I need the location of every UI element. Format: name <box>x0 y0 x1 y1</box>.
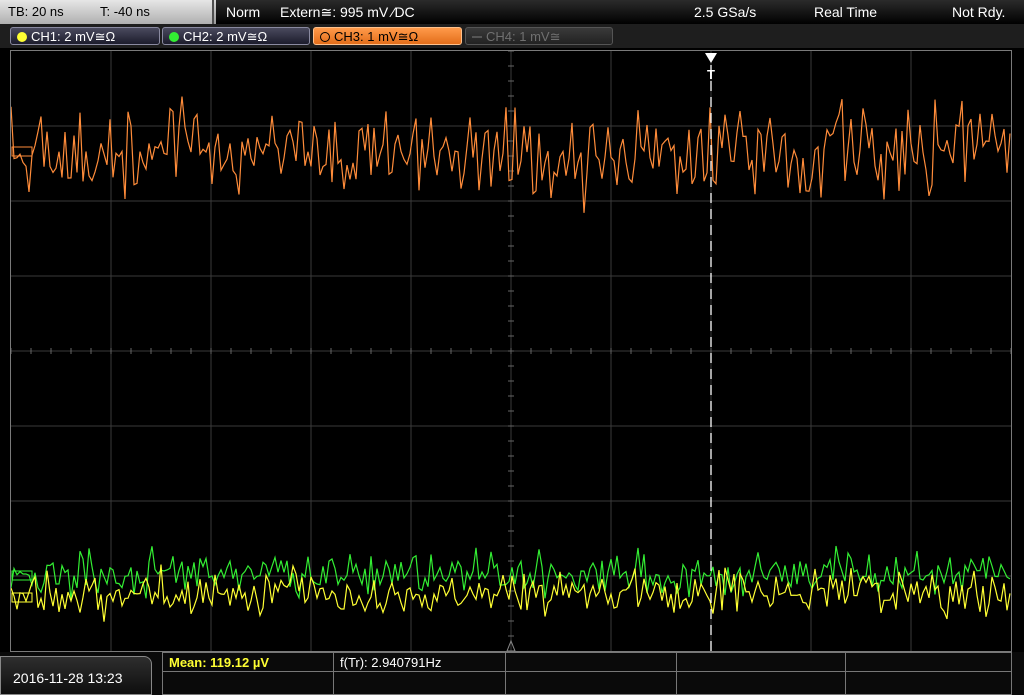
measurement-cell-empty-8[interactable] <box>845 671 1012 695</box>
channel-2-button[interactable]: CH2: 2 mV≅Ω <box>162 27 310 45</box>
channel-3-button[interactable]: CH3: 1 mV≅Ω <box>313 27 462 45</box>
measurement-cell-empty-1[interactable] <box>505 652 677 672</box>
channel-2-label: CH2: 2 mV≅Ω <box>183 29 268 44</box>
measurement-cell-empty-2[interactable] <box>676 652 846 672</box>
channel-1-label: CH1: 2 mV≅Ω <box>31 29 116 44</box>
measurement-cell-empty-5[interactable] <box>333 671 506 695</box>
trigger-mode: Norm <box>226 4 261 20</box>
channel-1-button[interactable]: CH1: 2 mV≅Ω <box>10 27 160 45</box>
measurement-cell-empty-7[interactable] <box>676 671 846 695</box>
mean-measurement: Mean: 119.12 µV <box>169 655 269 670</box>
acquisition-status-bar[interactable]: Norm Extern≅: 995 mV ⁄DC 2.5 GSa/s Real … <box>216 0 1024 24</box>
measurement-cell-mean[interactable]: Mean: 119.12 µV <box>162 652 334 672</box>
trigger-marker-label: T <box>707 67 715 82</box>
waveform-plot[interactable]: T <box>11 51 1011 651</box>
channel-2-dot-icon <box>169 32 179 42</box>
acquisition-mode: Real Time <box>814 4 878 20</box>
timebase-readout: TB: 20 ns <box>8 4 64 19</box>
measurement-cell-empty-4[interactable] <box>162 671 334 695</box>
trigger-source: Extern≅: 995 mV ⁄DC <box>280 4 415 20</box>
channel-3-dot-icon <box>320 32 330 42</box>
trigger-position-arrow-icon[interactable] <box>705 53 717 63</box>
channel-4-button[interactable]: CH4: 1 mV≅ <box>465 27 613 45</box>
timebase-panel[interactable]: TB: 20 ns T: -40 ns <box>0 0 214 24</box>
channel-4-dash-icon <box>472 36 482 38</box>
measurement-cell-empty-6[interactable] <box>505 671 677 695</box>
channel-bar: CH1: 2 mV≅Ω CH2: 2 mV≅Ω CH3: 1 mV≅Ω CH4:… <box>0 24 1024 48</box>
channel-4-label: CH4: 1 mV≅ <box>486 29 561 44</box>
trigger-time-readout: T: -40 ns <box>100 4 150 19</box>
frequency-measurement: f(Tr): 2.940791Hz <box>340 655 442 670</box>
channel-3-label: CH3: 1 mV≅Ω <box>334 29 419 44</box>
datetime-panel[interactable]: 2016-11-28 13:23 <box>0 656 152 695</box>
measurement-cell-frequency[interactable]: f(Tr): 2.940791Hz <box>333 652 506 672</box>
top-status-bar: TB: 20 ns T: -40 ns Norm Extern≅: 995 mV… <box>0 0 1024 24</box>
run-status: Not Rdy. <box>952 4 1006 20</box>
channel-3-offset-marker[interactable] <box>11 146 33 157</box>
measurement-cell-empty-3[interactable] <box>845 652 1012 672</box>
channel-1-dot-icon <box>17 32 27 42</box>
measurement-panel: Mean: 119.12 µV f(Tr): 2.940791Hz <box>162 652 1012 695</box>
datetime-readout: 2016-11-28 13:23 <box>13 670 123 686</box>
sample-rate: 2.5 GSa/s <box>694 4 757 20</box>
